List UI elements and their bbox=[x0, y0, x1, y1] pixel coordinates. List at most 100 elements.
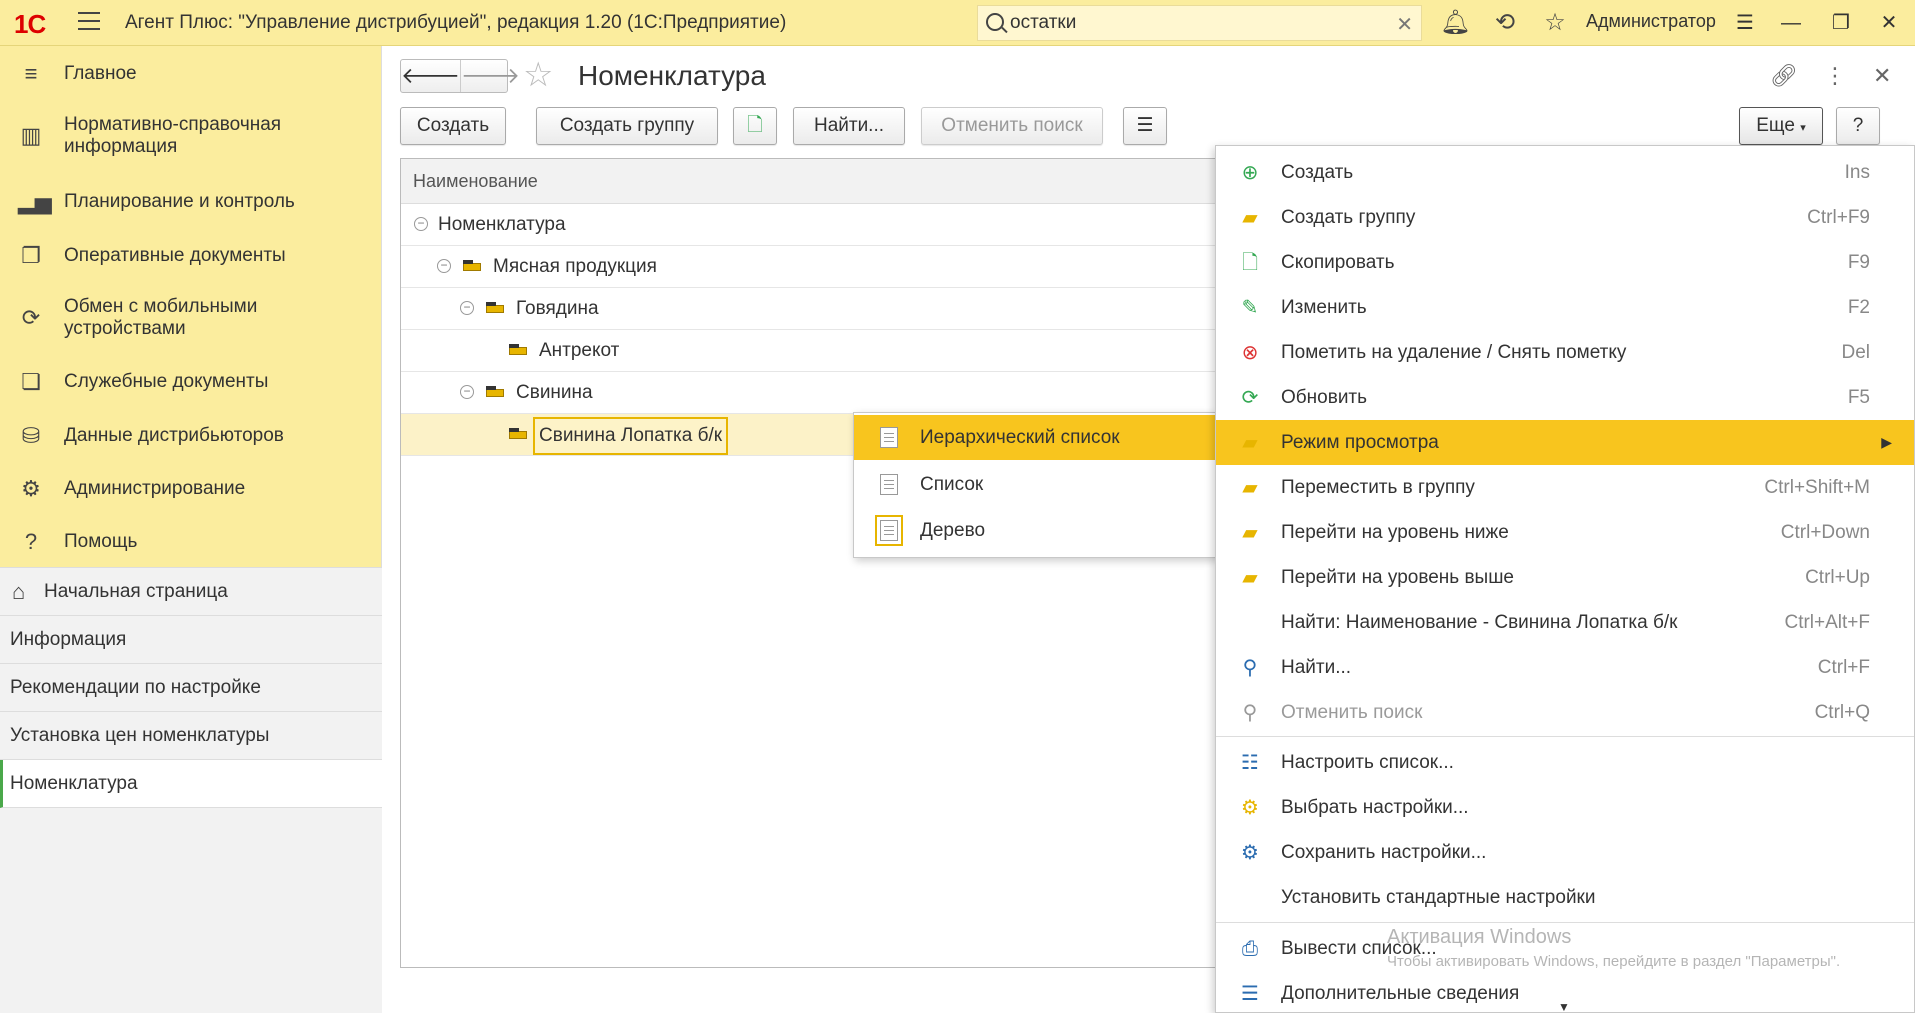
open-window-label: Рекомендации по настройке bbox=[10, 677, 261, 698]
row-label: Свинина bbox=[516, 382, 593, 403]
title-bar: 1С Агент Плюс: "Управление дистрибуцией"… bbox=[0, 0, 1915, 46]
section-planning[interactable]: ▂▅ Планирование и контроль bbox=[0, 182, 382, 222]
collapse-icon[interactable]: − bbox=[414, 217, 428, 231]
menu-item-select-settings[interactable]: ⚙ Выбрать настройки... bbox=[1216, 785, 1914, 830]
folder-icon bbox=[463, 260, 481, 271]
more-actions-menu: ⊕ Создать Ins ▰ Создать группу Ctrl+F9 🗋… bbox=[1215, 145, 1915, 1013]
clear-search-icon[interactable]: ✕ bbox=[1396, 12, 1413, 37]
section-mobile-exchange[interactable]: ⟳ Обмен с мобильными устройствами bbox=[0, 292, 382, 344]
open-window-recommendations[interactable]: Рекомендации по настройке bbox=[0, 664, 382, 712]
more-vertical-icon[interactable]: ⋮ bbox=[1824, 63, 1846, 89]
menu-item-mark-delete[interactable]: ⊗ Пометить на удаление / Снять пометку D… bbox=[1216, 330, 1914, 375]
section-label: Нормативно-справочная информация bbox=[64, 114, 282, 157]
view-mode-hierarchical[interactable]: Иерархический список bbox=[854, 415, 1216, 460]
submenu-label: Дерево bbox=[920, 520, 986, 541]
close-icon[interactable]: ✕ bbox=[1873, 63, 1891, 89]
open-window-prices[interactable]: Установка цен номенклатуры bbox=[0, 712, 382, 760]
create-group-button[interactable]: Создать группу bbox=[536, 107, 718, 145]
menu-item-configure-list[interactable]: ☷ Настроить список... bbox=[1216, 740, 1914, 785]
section-distributor-data[interactable]: ⛁ Данные дистрибьюторов bbox=[0, 416, 382, 456]
menu-item-label: Дополнительные сведения bbox=[1281, 983, 1520, 1004]
section-reference-info[interactable]: ▥ Нормативно-справочная информация bbox=[0, 110, 382, 162]
menu-item-save-settings[interactable]: ⚙ Сохранить настройки... bbox=[1216, 830, 1914, 875]
more-button[interactable]: Еще ▾ bbox=[1739, 107, 1823, 145]
menu-item-label: Скопировать bbox=[1281, 252, 1395, 273]
refresh-icon: ⟳ bbox=[1241, 387, 1259, 409]
cancel-search-button[interactable]: Отменить поиск bbox=[921, 107, 1103, 145]
menu-item-label: Настроить список... bbox=[1281, 752, 1454, 773]
collapse-icon[interactable]: − bbox=[437, 259, 451, 273]
menu-item-shortcut: Ctrl+Up bbox=[1805, 567, 1870, 588]
open-window-info[interactable]: Информация bbox=[0, 616, 382, 664]
menu-item-create[interactable]: ⊕ Создать Ins bbox=[1216, 150, 1914, 195]
favorites-star-icon[interactable]: ☆ bbox=[1541, 9, 1569, 37]
menu-item-find[interactable]: ⚲ Найти... Ctrl+F bbox=[1216, 645, 1914, 690]
open-window-home[interactable]: ⌂ Начальная страница bbox=[0, 568, 382, 616]
section-operational-docs[interactable]: ❐ Оперативные документы bbox=[0, 236, 382, 276]
collapse-icon[interactable]: − bbox=[460, 385, 474, 399]
tree-view-icon bbox=[875, 515, 903, 546]
menu-item-label: Перейти на уровень ниже bbox=[1281, 522, 1509, 543]
list-settings-button[interactable]: ☰ bbox=[1123, 107, 1167, 145]
search-input[interactable] bbox=[1010, 10, 1380, 36]
view-mode-tree[interactable]: Дерево bbox=[854, 508, 1216, 553]
print-icon: ⎙ bbox=[1242, 938, 1258, 960]
find-button[interactable]: Найти... bbox=[793, 107, 905, 145]
section-main[interactable]: ≡ Главное bbox=[0, 54, 382, 94]
history-icon[interactable]: ⟲ bbox=[1491, 9, 1519, 37]
select-settings-icon: ⚙ bbox=[1241, 797, 1259, 819]
current-user[interactable]: Администратор bbox=[1586, 11, 1716, 32]
section-administration[interactable]: ⚙ Администрирование bbox=[0, 469, 382, 509]
menu-item-shortcut: F2 bbox=[1847, 297, 1870, 318]
notifications-bell-icon[interactable]: 🔔︎ bbox=[1440, 9, 1470, 37]
menu-item-view-mode[interactable]: ▰ Режим просмотра ▶ bbox=[1216, 420, 1914, 465]
more-button-label: Еще bbox=[1756, 115, 1795, 136]
forward-arrow-icon[interactable]: 🡒 bbox=[461, 60, 520, 92]
collapse-icon[interactable]: − bbox=[460, 301, 474, 315]
link-icon[interactable]: 🔗︎ bbox=[1770, 63, 1798, 89]
app-logo[interactable]: 1С bbox=[14, 9, 46, 40]
menu-item-create-group[interactable]: ▰ Создать группу Ctrl+F9 bbox=[1216, 195, 1914, 240]
back-arrow-icon[interactable]: 🡐 bbox=[401, 60, 461, 92]
database-icon: ⛁ bbox=[21, 423, 41, 448]
menu-item-move-to-group[interactable]: ▰ Переместить в группу Ctrl+Shift+M bbox=[1216, 465, 1914, 510]
section-label: Планирование и контроль bbox=[64, 191, 295, 212]
copy-button[interactable]: 🗋 bbox=[733, 107, 777, 145]
scroll-down-arrow-icon[interactable]: ▼ bbox=[1558, 1000, 1570, 1013]
favorite-star-icon[interactable]: ☆ bbox=[523, 57, 553, 93]
question-icon: ? bbox=[24, 529, 38, 554]
sections-panel: ≡ Главное ▥ Нормативно-справочная информ… bbox=[0, 46, 382, 1013]
close-window-button[interactable]: ✕ bbox=[1872, 8, 1906, 38]
section-help[interactable]: ? Помощь bbox=[0, 522, 382, 562]
row-label: Антрекот bbox=[539, 340, 620, 361]
main-menu-icon[interactable] bbox=[78, 12, 100, 32]
menu-item-level-down[interactable]: ▰ Перейти на уровень ниже Ctrl+Down bbox=[1216, 510, 1914, 555]
minimize-button[interactable]: — bbox=[1774, 8, 1808, 38]
help-button[interactable]: ? bbox=[1836, 107, 1880, 145]
magnifier-icon: ⚲ bbox=[1242, 657, 1258, 679]
hamburger-icon: ≡ bbox=[24, 61, 38, 86]
section-label: Оперативные документы bbox=[64, 245, 286, 266]
open-window-nomenclature[interactable]: Номенклатура bbox=[0, 760, 382, 808]
menu-item-cancel-search[interactable]: ⚲ Отменить поиск Ctrl+Q bbox=[1216, 690, 1914, 735]
menu-item-level-up[interactable]: ▰ Перейти на уровень выше Ctrl+Up bbox=[1216, 555, 1914, 600]
section-service-docs[interactable]: ❏ Служебные документы bbox=[0, 362, 382, 402]
restore-button[interactable]: ❐ bbox=[1824, 8, 1858, 38]
bar-chart-icon: ▥ bbox=[20, 123, 42, 148]
global-search[interactable]: ✕ bbox=[977, 5, 1422, 41]
view-mode-list[interactable]: Список bbox=[854, 462, 1216, 507]
sync-icon: ⟳ bbox=[21, 305, 41, 330]
section-label: Данные дистрибьюторов bbox=[64, 425, 284, 446]
chevron-down-icon: ▾ bbox=[1800, 122, 1806, 134]
folder-icon bbox=[486, 302, 504, 313]
menu-item-label: Выбрать настройки... bbox=[1281, 797, 1469, 818]
menu-item-refresh[interactable]: ⟳ Обновить F5 bbox=[1216, 375, 1914, 420]
menu-item-copy[interactable]: 🗋 Скопировать F9 bbox=[1216, 240, 1914, 285]
menu-item-edit[interactable]: ✎ Изменить F2 bbox=[1216, 285, 1914, 330]
settings-menu-icon[interactable]: ☰ bbox=[1728, 8, 1762, 38]
create-button[interactable]: Создать bbox=[400, 107, 506, 145]
menu-item-find-by-value[interactable]: Найти: Наименование - Свинина Лопатка б/… bbox=[1216, 600, 1914, 645]
menu-separator bbox=[1216, 736, 1914, 737]
row-label: Номенклатура bbox=[438, 214, 566, 235]
menu-item-default-settings[interactable]: Установить стандартные настройки bbox=[1216, 875, 1914, 920]
